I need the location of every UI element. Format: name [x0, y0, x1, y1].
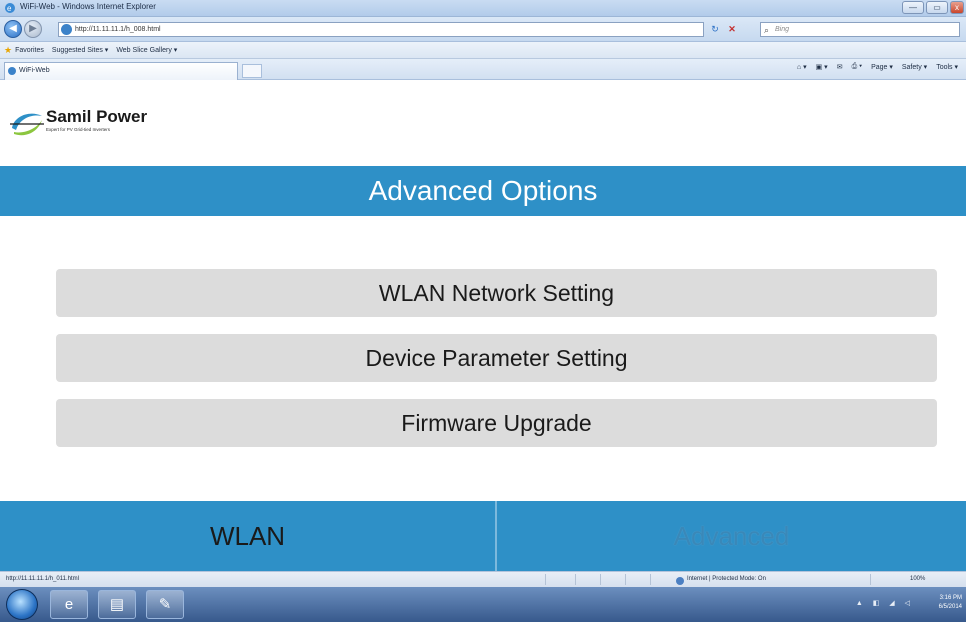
zone-label: Internet | Protected Mode: On [687, 576, 766, 582]
status-divider [600, 574, 601, 585]
maximize-button[interactable]: ▭ [926, 1, 948, 14]
tab-label: WiFi-Web [19, 67, 50, 74]
safety-menu[interactable]: Safety ▾ [902, 63, 927, 71]
close-button[interactable]: x [950, 1, 964, 14]
status-url: http://11.11.11.1/h_011.html [6, 576, 79, 582]
page-menu[interactable]: Page ▾ [871, 63, 893, 71]
favorites-label: Favorites [15, 46, 44, 54]
minimize-button[interactable]: — [902, 1, 924, 14]
search-placeholder: Bing [775, 26, 790, 33]
device-parameter-setting-button[interactable]: Device Parameter Setting [56, 334, 937, 382]
paint-taskbar-icon[interactable]: ✎ [146, 590, 184, 619]
wlan-network-setting-button[interactable]: WLAN Network Setting [56, 269, 937, 317]
url-controls: ↻ ✕ [708, 22, 739, 37]
suggested-sites-link[interactable]: Suggested Sites ▾ [52, 46, 108, 54]
status-divider [650, 574, 651, 585]
tab-wifi-web[interactable]: WiFi-Web [4, 62, 238, 80]
security-zone[interactable]: Internet | Protected Mode: On [676, 572, 766, 587]
status-divider [625, 574, 626, 585]
search-input[interactable]: ⌕ Bing [760, 22, 960, 37]
ie-taskbar-icon[interactable]: e [50, 590, 88, 619]
home-button[interactable]: ⌂ ▾ [797, 63, 807, 71]
web-slice-gallery-link[interactable]: Web Slice Gallery ▾ [116, 46, 177, 54]
address-bar: ◀ ▶ http://11.11.11.1/h_008.html ↻ ✕ ⌕ B… [0, 17, 966, 42]
print-button[interactable]: ⎙ ▾ [852, 63, 863, 71]
refresh-icon[interactable]: ↻ [708, 22, 722, 37]
firmware-upgrade-button[interactable]: Firmware Upgrade [56, 399, 937, 447]
clock[interactable]: 3:16 PM 6/5/2014 [939, 594, 962, 612]
ie-logo-icon: e [5, 3, 15, 13]
new-tab-button[interactable] [242, 64, 262, 78]
stop-icon[interactable]: ✕ [725, 22, 739, 37]
status-divider [575, 574, 576, 585]
taskbar: e ▤ ✎ ▲ ◧ ◢ ◁ 3:16 PM 6/5/2014 [0, 587, 966, 622]
search-icon: ⌕ [764, 25, 770, 35]
samil-logo-icon [10, 113, 44, 136]
favorites-bar: ★ Favorites Suggested Sites ▾ Web Slice … [0, 42, 966, 59]
tab-advanced[interactable]: Advanced [497, 501, 966, 571]
tray-icons[interactable]: ▲ ◧ ◢ ◁ [856, 599, 914, 607]
favorites-button[interactable]: ★ Favorites [4, 45, 44, 56]
footer-nav: WLAN Advanced [0, 501, 966, 571]
brand-tagline: Expert for PV Grid-tied Inverters [46, 127, 111, 132]
page-icon [61, 24, 72, 35]
page-title: Advanced Options [0, 166, 966, 216]
mail-button[interactable]: ✉ [837, 63, 843, 71]
url-input[interactable]: http://11.11.11.1/h_008.html [58, 22, 704, 37]
svg-text:e: e [7, 4, 12, 13]
clock-date: 6/5/2014 [938, 604, 962, 610]
feeds-button[interactable]: ▣ ▾ [816, 63, 828, 71]
explorer-taskbar-icon[interactable]: ▤ [98, 590, 136, 619]
command-bar: ⌂ ▾ ▣ ▾ ✉ ⎙ ▾ Page ▾ Safety ▾ Tools ▾ [797, 63, 958, 71]
clock-time: 3:16 PM [939, 595, 962, 601]
title-bar: e WiFi-Web - Windows Internet Explorer —… [0, 0, 966, 17]
browser-window: e WiFi-Web - Windows Internet Explorer —… [0, 0, 966, 622]
url-text: http://11.11.11.1/h_008.html [75, 26, 161, 33]
status-divider [545, 574, 546, 585]
window-controls: — ▭ x [902, 1, 964, 14]
star-icon: ★ [4, 44, 13, 55]
start-button[interactable] [6, 589, 38, 620]
tools-menu[interactable]: Tools ▾ [936, 63, 958, 71]
tab-wlan[interactable]: WLAN [0, 501, 495, 571]
page-content: Samil Power Expert for PV Grid-tied Inve… [0, 80, 966, 571]
tab-page-icon [8, 67, 16, 75]
tab-bar: WiFi-Web ⌂ ▾ ▣ ▾ ✉ ⎙ ▾ Page ▾ Safety ▾ T… [0, 59, 966, 80]
brand-name: Samil Power [46, 107, 148, 126]
status-divider [870, 574, 871, 585]
back-button[interactable]: ◀ [4, 20, 22, 38]
zoom-level[interactable]: 100% [910, 572, 925, 587]
globe-icon [676, 577, 684, 585]
forward-button[interactable]: ▶ [24, 20, 42, 38]
status-bar: http://11.11.11.1/h_011.html Internet | … [0, 571, 966, 587]
window-title: WiFi-Web - Windows Internet Explorer [20, 2, 156, 11]
